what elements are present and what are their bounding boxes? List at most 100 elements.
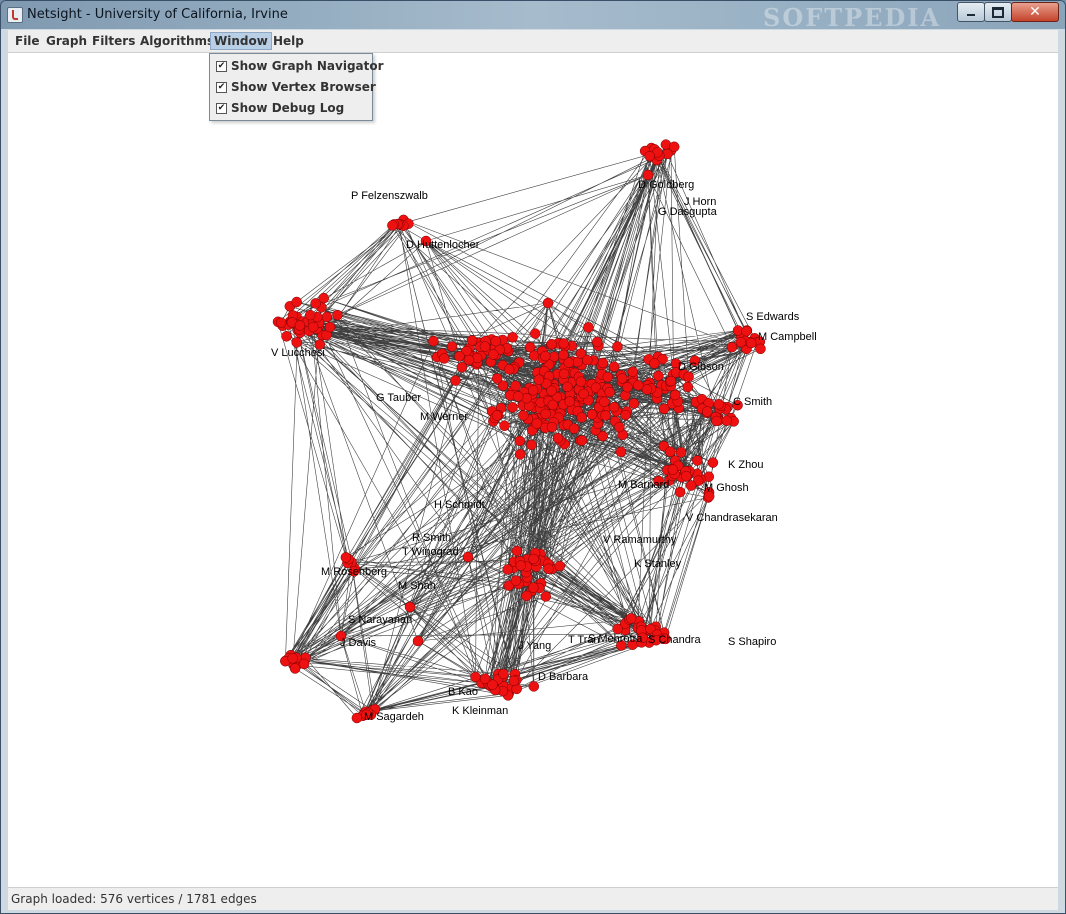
graph-vertex[interactable] (487, 679, 498, 690)
graph-vertex[interactable] (528, 582, 539, 593)
graph-vertex[interactable] (531, 418, 543, 429)
graph-vertex[interactable] (502, 564, 513, 575)
graph-vertex[interactable] (702, 406, 713, 417)
checkbox-checked-icon[interactable]: ✔ (216, 103, 227, 114)
graph-vertex[interactable] (591, 336, 603, 348)
graph-vertex[interactable] (633, 380, 644, 391)
graph-vertex[interactable] (462, 551, 474, 563)
graph-vertex[interactable] (674, 486, 686, 498)
graph-vertex[interactable] (289, 663, 301, 674)
graph-vertex[interactable] (568, 423, 580, 434)
graph-vertex[interactable] (608, 401, 620, 413)
graph-vertex[interactable] (582, 354, 593, 366)
graph-vertex[interactable] (546, 338, 557, 350)
menu-window[interactable]: Window (210, 32, 272, 50)
graph-vertex[interactable] (298, 658, 310, 670)
menu-item-show-debug-log[interactable]: ✔ Show Debug Log (210, 98, 372, 119)
graph-vertex[interactable] (540, 408, 551, 420)
graph-vertex[interactable] (287, 653, 298, 664)
graph-vertex[interactable] (726, 341, 738, 353)
graph-vertex[interactable] (546, 385, 557, 397)
graph-vertex[interactable] (681, 470, 692, 482)
maximize-button[interactable] (984, 2, 1012, 22)
graph-vertex[interactable] (387, 220, 398, 231)
graph-vertex[interactable] (318, 292, 329, 304)
menu-item-show-graph-navigator[interactable]: ✔ Show Graph Navigator (210, 56, 384, 77)
graph-vertex[interactable] (620, 409, 631, 421)
graph-vertex[interactable] (428, 335, 439, 347)
graph-vertex[interactable] (294, 320, 306, 331)
graph-vertex[interactable] (558, 349, 569, 361)
graph-vertex[interactable] (540, 350, 551, 362)
graph-vertex[interactable] (682, 381, 694, 393)
graph-vertex[interactable] (558, 368, 570, 380)
graph-vertex[interactable] (741, 325, 752, 337)
graph-vertex[interactable] (479, 341, 491, 352)
graph-vertex[interactable] (507, 402, 518, 413)
graph-vertex[interactable] (446, 341, 458, 352)
graph-vertex[interactable] (649, 358, 660, 369)
checkbox-checked-icon[interactable]: ✔ (216, 61, 227, 72)
graph-vertex[interactable] (351, 712, 363, 724)
graph-vertex[interactable] (667, 464, 679, 475)
graph-vertex[interactable] (552, 432, 564, 444)
menu-algorithms[interactable]: Algorithms (137, 33, 217, 49)
graph-vertex[interactable] (281, 331, 292, 342)
graph-vertex[interactable] (583, 322, 594, 333)
graph-vertex[interactable] (463, 354, 475, 366)
graph-vertex[interactable] (542, 297, 554, 309)
graph-vertex[interactable] (602, 371, 614, 383)
graph-vertex[interactable] (644, 150, 655, 162)
graph-vertex[interactable] (412, 635, 424, 647)
graph-vertex[interactable] (665, 446, 676, 457)
graph-vertex[interactable] (498, 668, 509, 680)
graph-vertex[interactable] (491, 373, 503, 384)
graph-vertex[interactable] (612, 341, 623, 352)
graph-vertex[interactable] (546, 421, 558, 433)
graph-vertex[interactable] (540, 591, 552, 602)
graph-vertex[interactable] (503, 364, 515, 375)
graph-vertex[interactable] (562, 381, 573, 393)
graph-vertex[interactable] (510, 575, 522, 586)
menu-help[interactable]: Help (270, 33, 307, 49)
graph-vertex[interactable] (518, 410, 529, 421)
menu-item-show-vertex-browser[interactable]: ✔ Show Vertex Browser (210, 77, 376, 98)
graph-vertex[interactable] (628, 398, 640, 409)
graph-vertex[interactable] (711, 415, 722, 427)
graph-vertex[interactable] (304, 309, 316, 321)
graph-vertex[interactable] (511, 545, 523, 557)
graph-vertex[interactable] (404, 601, 416, 613)
close-button[interactable]: ✕ (1011, 2, 1059, 22)
graph-vertex[interactable] (340, 552, 352, 563)
menu-graph[interactable]: Graph (43, 33, 90, 49)
graph-vertex[interactable] (438, 353, 450, 364)
graph-vertex[interactable] (627, 366, 639, 378)
graph-vertex[interactable] (735, 336, 747, 348)
graph-vertex[interactable] (625, 613, 637, 624)
graph-vertex[interactable] (514, 435, 526, 447)
graph-vertex[interactable] (515, 560, 527, 571)
graph-vertex[interactable] (470, 671, 481, 683)
graph-vertex[interactable] (614, 421, 625, 433)
graph-vertex[interactable] (510, 380, 521, 392)
graph-vertex[interactable] (527, 384, 539, 396)
graph-vertex[interactable] (291, 296, 302, 308)
graph-canvas[interactable]: D Huttenlocher P Felzenszwalb M Shah J Davi… (8, 53, 1058, 887)
graph-vertex[interactable] (669, 389, 681, 401)
graph-vertex[interactable] (490, 335, 502, 347)
graph-vertex[interactable] (324, 321, 336, 333)
graph-vertex[interactable] (599, 396, 610, 408)
graph-vertex[interactable] (528, 553, 539, 565)
graph-vertex[interactable] (597, 357, 609, 369)
graph-vertex[interactable] (622, 381, 633, 393)
graph-vertex[interactable] (524, 341, 536, 353)
graph-vertex[interactable] (668, 141, 680, 153)
graph-vertex[interactable] (507, 332, 518, 343)
graph-vertex[interactable] (526, 439, 537, 451)
graph-vertex[interactable] (543, 563, 554, 575)
graph-vertex[interactable] (558, 338, 569, 349)
graph-vertex[interactable] (275, 317, 287, 328)
graph-vertex[interactable] (755, 343, 766, 355)
graph-vertex[interactable] (615, 446, 627, 458)
checkbox-checked-icon[interactable]: ✔ (216, 82, 227, 93)
